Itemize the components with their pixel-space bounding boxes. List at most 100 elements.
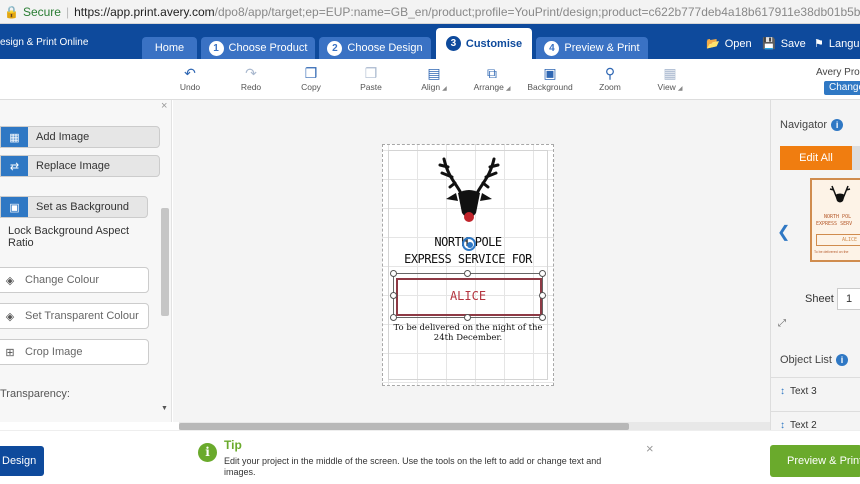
view-label: View: [657, 82, 676, 92]
object-list-heading: Object List i: [780, 354, 848, 366]
step-number: 2: [327, 40, 343, 56]
resize-handle[interactable]: [539, 314, 546, 321]
copy-label: Copy: [301, 82, 321, 92]
reindeer-image[interactable]: [438, 153, 500, 225]
info-icon[interactable]: i: [831, 119, 844, 131]
background-button[interactable]: ▣ Background: [520, 65, 580, 92]
url-host[interactable]: https://app.print.avery.com: [74, 5, 215, 19]
arrange-icon: ⧉: [487, 65, 497, 81]
save-label: Save: [780, 37, 806, 50]
tab-label: Preview & Print: [564, 42, 640, 54]
replace-image-label: Replace Image: [36, 160, 110, 172]
tab-home[interactable]: Home: [142, 37, 197, 59]
resize-handle[interactable]: [539, 270, 546, 277]
sheet-label: Sheet: [805, 293, 834, 305]
arrange-button[interactable]: ⧉ Arrange ◢: [462, 65, 522, 92]
rotate-handle-center[interactable]: [467, 242, 473, 248]
name-text[interactable]: ALICE: [383, 289, 553, 303]
navigator-panel: Navigator i Edit All ❮ NORTH POL EXPRESS …: [770, 100, 860, 431]
edit-one-button[interactable]: [852, 146, 860, 170]
design-button[interactable]: Design: [0, 446, 44, 476]
image-icon: ▦: [1, 127, 28, 147]
lock-ratio-checkbox[interactable]: Lock Background Aspect Ratio: [8, 225, 138, 249]
scrollbar-thumb[interactable]: [179, 423, 629, 430]
scroll-down-icon[interactable]: ▼: [161, 405, 168, 412]
undo-button[interactable]: ↶ Undo: [160, 65, 220, 92]
page-thumbnail[interactable]: NORTH POL EXPRESS SERV ALICE To be deliv…: [810, 178, 860, 262]
bottom-bar: Design i Tip Edit your project in the mi…: [0, 430, 860, 484]
align-button[interactable]: ▤ Align ◢: [404, 65, 464, 92]
copy-button[interactable]: ❐ Copy: [281, 65, 341, 92]
resize-handle[interactable]: [464, 270, 471, 277]
save-button[interactable]: 💾 Save: [762, 37, 806, 51]
navigator-label: Navigator: [780, 119, 828, 131]
image-tools-panel: × ▦ Add Image ⇄ Replace Image ▣ Set as Back…: [0, 100, 172, 422]
reindeer-thumbnail-icon: [829, 185, 851, 203]
tip-text: Edit your project in the middle of the s…: [224, 456, 602, 477]
move-arrows-icon[interactable]: ↕: [780, 386, 785, 397]
language-button[interactable]: ⚑ Langua: [814, 37, 860, 51]
thumb-line-2: EXPRESS SERV: [816, 221, 853, 227]
undo-label: Undo: [179, 82, 201, 92]
zoom-icon: ⚲: [604, 65, 616, 81]
zoom-label: Zoom: [599, 82, 621, 92]
crop-image-button[interactable]: ⊞ Crop Image: [0, 339, 149, 365]
set-transparent-button[interactable]: ◈ Set Transparent Colour: [0, 303, 149, 329]
add-image-button[interactable]: ▦ Add Image: [0, 126, 160, 148]
add-image-label: Add Image: [36, 131, 90, 143]
align-label: Align: [421, 82, 441, 92]
object-list-item[interactable]: ↕ Text 3: [771, 377, 860, 405]
expand-icon[interactable]: ⤢: [778, 318, 786, 329]
thumb-line-1: NORTH POL: [824, 214, 852, 220]
top-navigation: esign & Print Online Home 1 Choose Produc…: [0, 24, 860, 59]
tab-choose-design[interactable]: 2 Choose Design: [319, 37, 431, 59]
replace-image-button[interactable]: ⇄ Replace Image: [0, 155, 160, 177]
lock-icon: 🔒: [4, 4, 19, 19]
open-button[interactable]: 📂 Open: [706, 37, 752, 51]
label-page[interactable]: NORTH POLE EXPRESS SERVICE FOR ALICE To …: [382, 144, 554, 386]
edit-all-button[interactable]: Edit All: [780, 146, 852, 170]
redo-label: Redo: [240, 82, 262, 92]
sheet-number-input[interactable]: 1: [837, 288, 860, 310]
redo-icon: ↷: [245, 65, 257, 81]
paste-button[interactable]: ❐ Paste: [341, 65, 401, 92]
crop-icon: ⊞: [5, 346, 15, 359]
tab-preview-print[interactable]: 4 Preview & Print: [536, 37, 648, 59]
resize-handle[interactable]: [390, 270, 397, 277]
background-icon: ▣: [543, 65, 557, 81]
crop-image-label: Crop Image: [25, 346, 83, 358]
set-background-button[interactable]: ▣ Set as Background: [0, 196, 148, 218]
url-path[interactable]: /dpo8/app/target;ep=EUP:name=GB_en/produ…: [215, 5, 860, 19]
close-icon[interactable]: ×: [161, 100, 167, 112]
view-button[interactable]: ▦ View ◢: [640, 65, 700, 92]
info-icon[interactable]: i: [835, 354, 848, 366]
tab-label: Choose Product: [228, 42, 308, 54]
paste-label: Paste: [360, 82, 382, 92]
chevron-left-icon[interactable]: ❮: [777, 222, 790, 242]
delivery-date: 24th December.: [433, 333, 503, 343]
arrange-label: Arrange: [473, 82, 504, 92]
replace-icon: ⇄: [1, 156, 28, 176]
change-colour-label: Change Colour: [25, 274, 99, 286]
change-colour-button[interactable]: ◈ Change Colour: [0, 267, 149, 293]
panel-scrollbar[interactable]: [161, 208, 169, 316]
change-product-button[interactable]: Change: [824, 81, 860, 95]
label-line-3[interactable]: To be delivered on the night of the 24th …: [383, 323, 553, 343]
label-line-2[interactable]: EXPRESS SERVICE FOR: [383, 252, 553, 266]
tab-choose-product[interactable]: 1 Choose Product: [201, 37, 315, 59]
background-label: Background: [527, 82, 573, 92]
redo-button[interactable]: ↷ Redo: [221, 65, 281, 92]
preview-print-button[interactable]: Preview & Print: [770, 445, 860, 477]
address-bar[interactable]: 🔒 Secure | https://app.print.avery.com /…: [0, 0, 860, 24]
close-icon[interactable]: ×: [646, 441, 654, 456]
canvas-horizontal-scrollbar[interactable]: [179, 422, 776, 430]
zoom-button[interactable]: ⚲ Zoom: [580, 65, 640, 92]
toolbar: ↶ Undo ↷ Redo ❐ Copy ❐ Paste ▤ Align ◢ ⧉ Arrang…: [0, 59, 860, 100]
open-label: Open: [724, 37, 752, 50]
tab-customise[interactable]: 3 Customise: [436, 28, 532, 59]
dropdown-icon: ◢: [677, 86, 683, 92]
tab-label: Choose Design: [347, 42, 423, 54]
resize-handle[interactable]: [464, 314, 471, 321]
step-number: 3: [445, 36, 461, 51]
resize-handle[interactable]: [390, 314, 397, 321]
